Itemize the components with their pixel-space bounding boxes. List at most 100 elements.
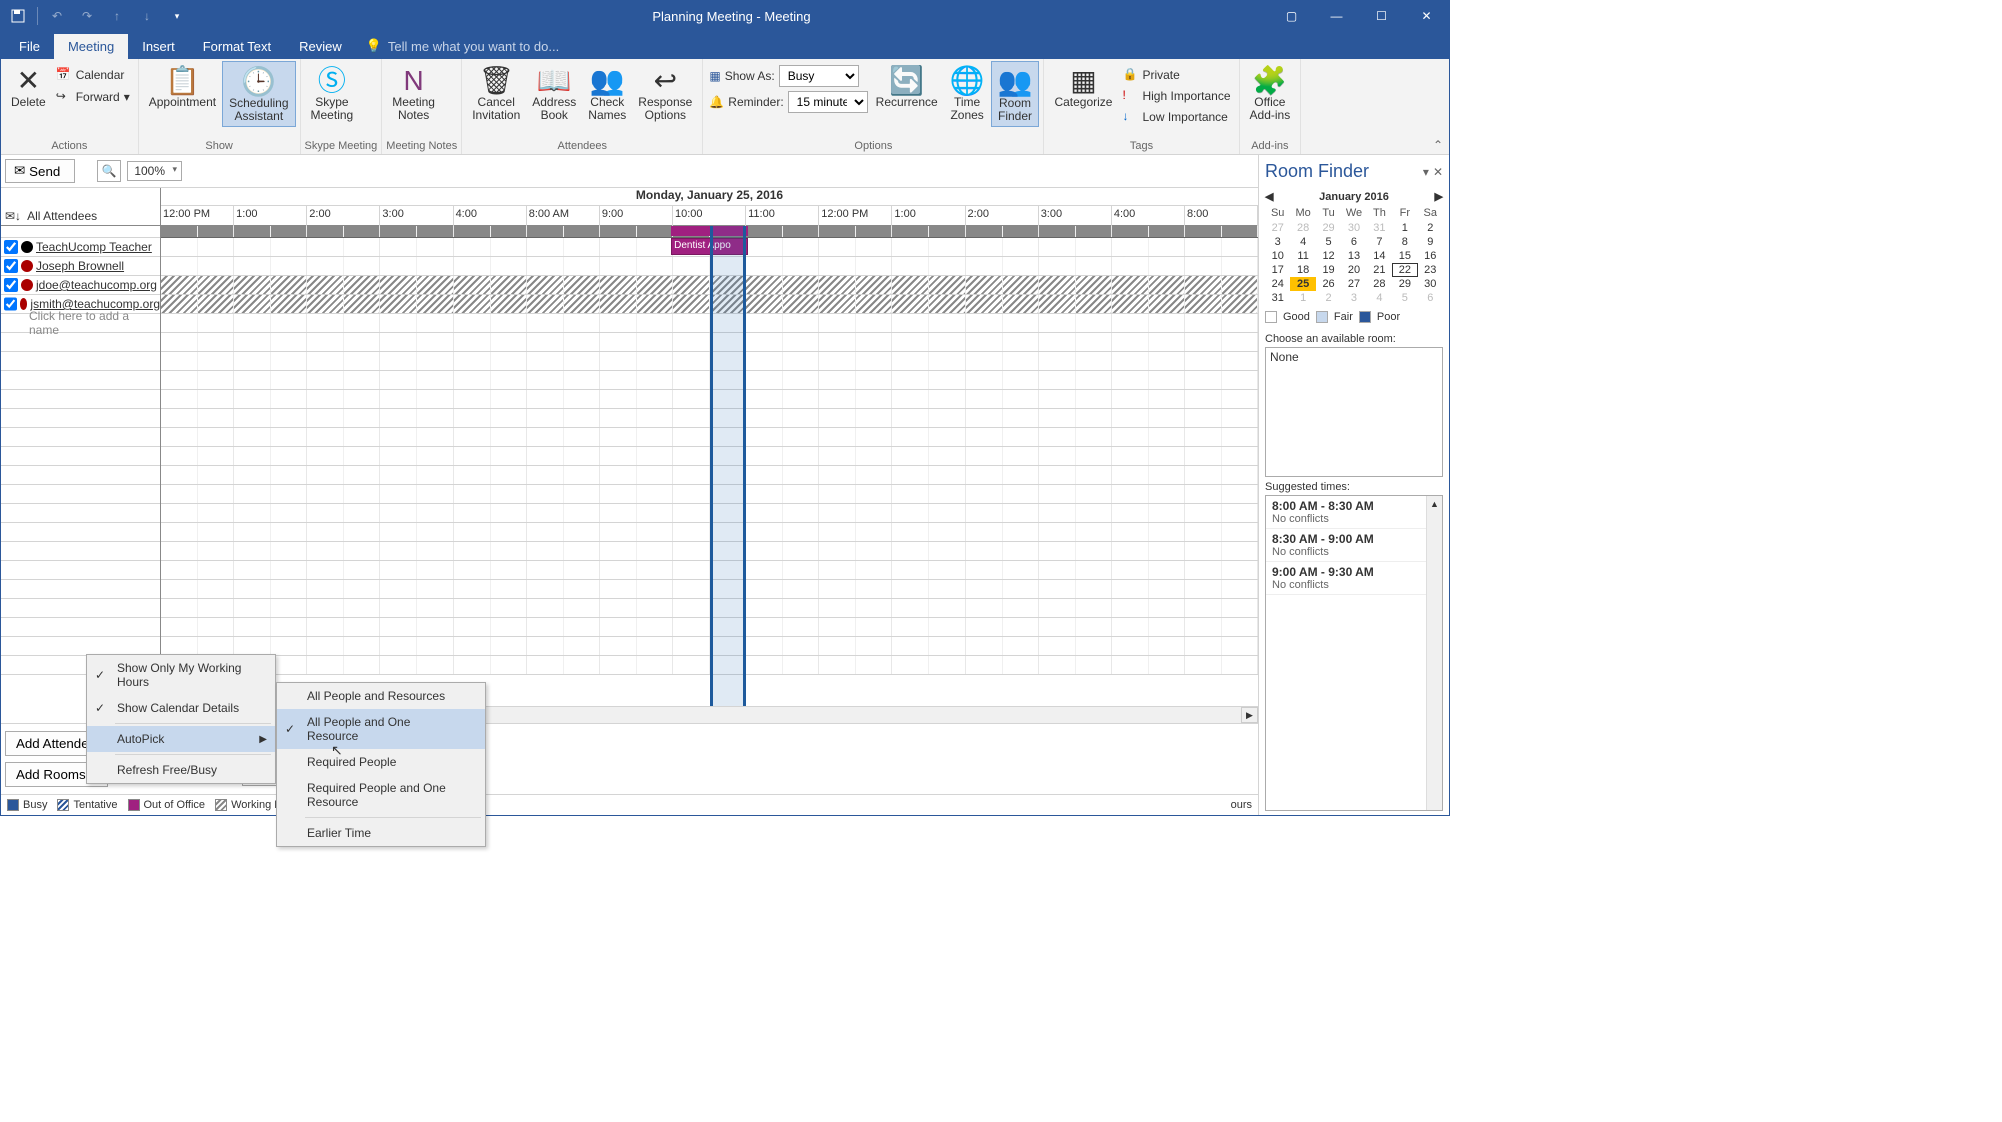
calendar-day[interactable]: 19 (1316, 263, 1341, 277)
ctx-calendar-details[interactable]: ✓Show Calendar Details (87, 695, 275, 721)
prev-month-icon[interactable]: ◀ (1265, 190, 1273, 203)
room-list[interactable]: None (1265, 347, 1443, 477)
check-names-button[interactable]: 👥Check Names (582, 61, 632, 125)
maximize-icon[interactable]: ☐ (1359, 1, 1404, 31)
delete-button[interactable]: ✕Delete (5, 61, 52, 112)
suggested-time-item[interactable]: 8:00 AM - 8:30 AMNo conflicts (1266, 496, 1442, 529)
attendee-checkbox[interactable] (4, 259, 18, 273)
calendar-day[interactable]: 27 (1265, 221, 1290, 235)
rf-close-icon[interactable]: ✕ (1433, 165, 1443, 179)
tab-insert[interactable]: Insert (128, 34, 189, 59)
qat-more-icon[interactable]: ▾ (166, 5, 188, 27)
undo-icon[interactable]: ↶ (46, 5, 68, 27)
calendar-day[interactable]: 16 (1418, 249, 1443, 263)
calendar-day[interactable]: 4 (1290, 235, 1315, 249)
calendar-day[interactable]: 20 (1341, 263, 1366, 277)
attendee-row[interactable]: jdoe@teachucomp.org (1, 276, 160, 295)
ctx-refresh[interactable]: Refresh Free/Busy (87, 757, 275, 783)
appointment-button[interactable]: 📋Appointment (143, 61, 222, 112)
attendee-name[interactable]: jdoe@teachucomp.org (36, 278, 157, 292)
calendar-day[interactable]: 30 (1418, 277, 1443, 291)
suggested-times-list[interactable]: 8:00 AM - 8:30 AMNo conflicts8:30 AM - 9… (1265, 495, 1443, 811)
ctx-earlier-time[interactable]: Earlier Time (277, 820, 485, 846)
calendar-day[interactable]: 3 (1341, 291, 1366, 305)
calendar-day[interactable]: 30 (1341, 221, 1366, 235)
suggested-time-item[interactable]: 9:00 AM - 9:30 AMNo conflicts (1266, 562, 1442, 595)
attendee-checkbox[interactable] (4, 240, 18, 254)
calendar-day[interactable]: 9 (1418, 235, 1443, 249)
calendar-day[interactable]: 25 (1290, 277, 1315, 291)
add-attendee-row[interactable]: Click here to add a name (1, 314, 160, 333)
next-month-icon[interactable]: ▶ (1435, 190, 1443, 203)
attendee-row[interactable]: Joseph Brownell (1, 257, 160, 276)
office-addins-button[interactable]: 🧩Office Add-ins (1244, 61, 1297, 125)
calendar-day[interactable]: 27 (1341, 277, 1366, 291)
calendar-day[interactable]: 4 (1367, 291, 1392, 305)
ctx-all-people-one-resource[interactable]: ✓All People and One Resource (277, 709, 485, 749)
calendar-day[interactable]: 31 (1367, 221, 1392, 235)
calendar-day[interactable]: 22 (1392, 263, 1417, 277)
attendee-row[interactable]: TeachUcomp Teacher (1, 238, 160, 257)
ctx-required-people[interactable]: Required People (277, 749, 485, 775)
meeting-notes-button[interactable]: NMeeting Notes (386, 61, 441, 125)
appointment-block[interactable]: Dentist Appo (671, 238, 748, 255)
private-button[interactable]: 🔒Private (1118, 65, 1234, 85)
calendar-day[interactable]: 29 (1392, 277, 1417, 291)
address-book-button[interactable]: 📖Address Book (526, 61, 582, 125)
low-importance-button[interactable]: ↓Low Importance (1118, 107, 1234, 127)
calendar-day[interactable]: 28 (1290, 221, 1315, 235)
time-zones-button[interactable]: 🌐Time Zones (944, 61, 991, 125)
scroll-right-icon[interactable]: ▶ (1241, 707, 1258, 723)
tab-review[interactable]: Review (285, 34, 356, 59)
tab-meeting[interactable]: Meeting (54, 34, 128, 59)
calendar-day[interactable]: 24 (1265, 277, 1290, 291)
ctx-all-people-resources[interactable]: All People and Resources (277, 683, 485, 709)
calendar-day[interactable]: 13 (1341, 249, 1366, 263)
tab-file[interactable]: File (5, 34, 54, 59)
showas-select[interactable]: Busy (779, 65, 859, 87)
calendar-day[interactable]: 10 (1265, 249, 1290, 263)
calendar-day[interactable]: 29 (1316, 221, 1341, 235)
high-importance-button[interactable]: !High Importance (1118, 86, 1234, 106)
scheduling-assistant-button[interactable]: 🕒Scheduling Assistant (222, 61, 295, 127)
calendar-day[interactable]: 2 (1418, 221, 1443, 235)
suggested-time-item[interactable]: 8:30 AM - 9:00 AMNo conflicts (1266, 529, 1442, 562)
calendar-day[interactable]: 31 (1265, 291, 1290, 305)
ctx-required-people-one-resource[interactable]: Required People and One Resource (277, 775, 485, 815)
attendee-name[interactable]: TeachUcomp Teacher (36, 240, 152, 254)
calendar-day[interactable]: 14 (1367, 249, 1392, 263)
calendar-day[interactable]: 2 (1316, 291, 1341, 305)
calendar-day[interactable]: 1 (1290, 291, 1315, 305)
collapse-ribbon-icon[interactable]: ⌃ (1433, 138, 1443, 152)
calendar-day[interactable]: 8 (1392, 235, 1417, 249)
skype-meeting-button[interactable]: ⓈSkype Meeting (305, 61, 360, 125)
calendar-day[interactable]: 11 (1290, 249, 1315, 263)
rf-dropdown-icon[interactable]: ▾ (1423, 165, 1429, 179)
calendar-day[interactable]: 15 (1392, 249, 1417, 263)
minimize-icon[interactable]: — (1314, 1, 1359, 31)
calendar-day[interactable]: 17 (1265, 263, 1290, 277)
calendar-day[interactable]: 21 (1367, 263, 1392, 277)
room-finder-button[interactable]: 👥Room Finder (991, 61, 1040, 127)
next-icon[interactable]: ↓ (136, 5, 158, 27)
prev-icon[interactable]: ↑ (106, 5, 128, 27)
send-button[interactable]: ✉Send (5, 159, 75, 183)
cancel-invitation-button[interactable]: 🗑Cancel Invitation (466, 61, 526, 125)
calendar-day[interactable]: 18 (1290, 263, 1315, 277)
attendee-name[interactable]: Joseph Brownell (36, 259, 124, 273)
calendar-day[interactable]: 5 (1392, 291, 1417, 305)
scroll-up-icon[interactable]: ▲ (1427, 496, 1442, 512)
save-icon[interactable] (7, 5, 29, 27)
calendar-day[interactable]: 12 (1316, 249, 1341, 263)
categorize-button[interactable]: ▦Categorize (1048, 61, 1118, 112)
ctx-working-hours[interactable]: ✓Show Only My Working Hours (87, 655, 275, 695)
ribbon-display-icon[interactable]: ▢ (1269, 1, 1314, 31)
close-icon[interactable]: ✕ (1404, 1, 1449, 31)
response-options-button[interactable]: ↩Response Options (632, 61, 698, 125)
calendar-day[interactable]: 26 (1316, 277, 1341, 291)
attendee-checkbox[interactable] (4, 278, 18, 292)
calendar-day[interactable]: 6 (1418, 291, 1443, 305)
calendar-day[interactable]: 3 (1265, 235, 1290, 249)
calendar-button[interactable]: 📅Calendar (52, 65, 134, 85)
zoom-icon[interactable]: 🔍 (97, 160, 121, 182)
